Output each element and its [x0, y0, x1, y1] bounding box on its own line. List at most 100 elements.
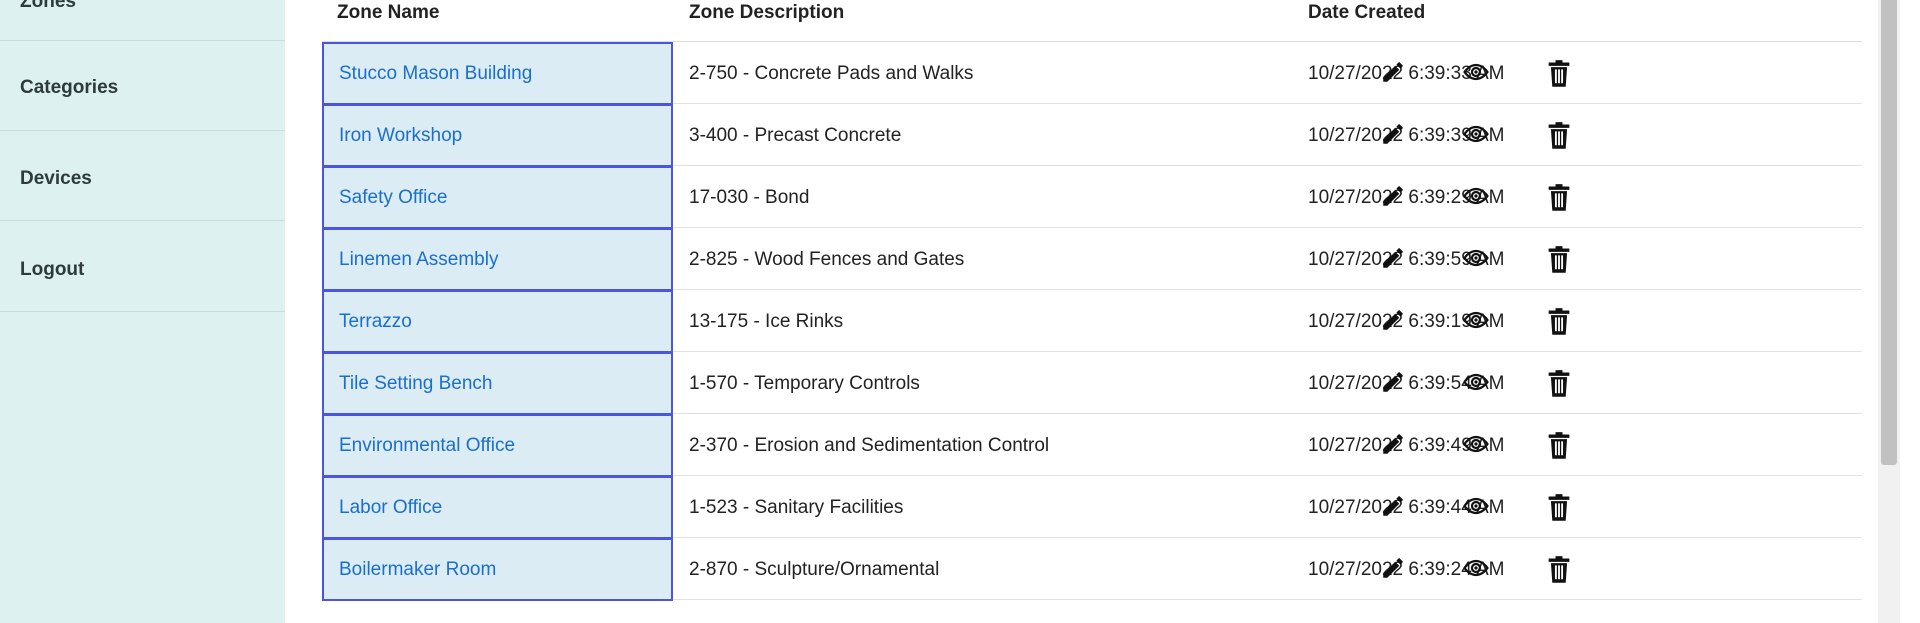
zone-description-cell: 2-750 - Concrete Pads and Walks: [689, 63, 974, 84]
table-row: Safety Office 17-030 - Bond 10/27/2022 6:3…: [322, 166, 1862, 228]
zone-name-link[interactable]: Linemen Assembly: [339, 249, 498, 271]
eye-icon: [1461, 369, 1491, 395]
delete-button[interactable]: [1545, 555, 1575, 583]
zone-name-link[interactable]: Tile Setting Bench: [339, 373, 493, 395]
main-content: Zone Name Zone Description Date Created …: [285, 0, 1900, 623]
trash-icon: [1545, 555, 1575, 585]
delete-button[interactable]: [1545, 493, 1575, 521]
zone-description-cell: 3-400 - Precast Concrete: [689, 125, 902, 146]
zone-name-cell: Terrazzo: [322, 290, 673, 352]
zone-description-cell: 1-523 - Sanitary Facilities: [689, 497, 904, 518]
edit-button[interactable]: [1380, 555, 1410, 583]
view-button[interactable]: [1461, 555, 1491, 583]
table-row: Tile Setting Bench 1-570 - Temporary Cont…: [322, 352, 1862, 414]
view-button[interactable]: [1461, 431, 1491, 459]
eye-icon: [1461, 59, 1491, 85]
sidebar-item-logout[interactable]: Logout: [0, 222, 285, 312]
delete-button[interactable]: [1545, 307, 1575, 335]
table-row: Stucco Mason Building 2-750 - Concrete Pa…: [322, 42, 1862, 104]
zone-description-cell: 13-175 - Ice Rinks: [689, 311, 844, 332]
trash-icon: [1545, 493, 1575, 523]
eye-icon: [1461, 245, 1491, 271]
view-button[interactable]: [1461, 121, 1491, 149]
edit-button[interactable]: [1380, 493, 1410, 521]
zone-name-link[interactable]: Terrazzo: [339, 311, 412, 333]
zone-name-cell: Linemen Assembly: [322, 228, 673, 290]
pencil-icon: [1380, 493, 1410, 519]
eye-icon: [1461, 307, 1491, 333]
edit-button[interactable]: [1380, 307, 1410, 335]
zone-name-link[interactable]: Safety Office: [339, 187, 447, 209]
zone-description-cell: 2-370 - Erosion and Sedimentation Contro…: [689, 435, 1050, 456]
sidebar-item-categories[interactable]: Categories: [0, 41, 285, 131]
pencil-icon: [1380, 59, 1410, 85]
pencil-icon: [1380, 245, 1410, 271]
view-button[interactable]: [1461, 493, 1491, 521]
table-row: Iron Workshop 3-400 - Precast Concrete 10/…: [322, 104, 1862, 166]
sidebar-item-zones[interactable]: Zones: [0, 0, 285, 41]
view-button[interactable]: [1461, 245, 1491, 273]
zone-description-cell: 1-570 - Temporary Controls: [689, 373, 920, 394]
sidebar-item-devices[interactable]: Devices: [0, 131, 285, 221]
table-row: Linemen Assembly 2-825 - Wood Fences and …: [322, 228, 1862, 290]
scrollbar-thumb[interactable]: [1881, 0, 1897, 465]
edit-button[interactable]: [1380, 183, 1410, 211]
zone-name-cell: Labor Office: [322, 476, 673, 538]
delete-button[interactable]: [1545, 431, 1575, 459]
eye-icon: [1461, 183, 1491, 209]
sidebar-item-label: Devices: [20, 168, 92, 189]
zone-name-link[interactable]: Labor Office: [339, 497, 442, 519]
eye-icon: [1461, 493, 1491, 519]
trash-icon: [1545, 121, 1575, 151]
zone-name-cell: Iron Workshop: [322, 104, 673, 166]
zone-name-link[interactable]: Boilermaker Room: [339, 559, 496, 581]
zone-name-link[interactable]: Stucco Mason Building: [339, 63, 532, 85]
column-header-zone-description[interactable]: Zone Description: [689, 2, 844, 24]
delete-button[interactable]: [1545, 183, 1575, 211]
pencil-icon: [1380, 307, 1410, 333]
sidebar-item-label: Logout: [20, 259, 85, 280]
pencil-icon: [1380, 369, 1410, 395]
sidebar-item-label: Categories: [20, 77, 119, 98]
sidebar: Zones Categories Devices Logout: [0, 0, 285, 623]
view-button[interactable]: [1461, 183, 1491, 211]
table-row: Terrazzo 13-175 - Ice Rinks 10/27/2022 6:3…: [322, 290, 1862, 352]
zone-name-link[interactable]: Environmental Office: [339, 435, 515, 457]
table-header: Zone Name Zone Description Date Created: [322, 0, 1862, 42]
edit-button[interactable]: [1380, 369, 1410, 397]
zone-name-cell: Stucco Mason Building: [322, 42, 673, 104]
trash-icon: [1545, 245, 1575, 275]
pencil-icon: [1380, 121, 1410, 147]
edit-button[interactable]: [1380, 245, 1410, 273]
edit-button[interactable]: [1380, 431, 1410, 459]
table-row: Labor Office 1-523 - Sanitary Facilities 1…: [322, 476, 1862, 538]
zone-name-link[interactable]: Iron Workshop: [339, 125, 462, 147]
table-row: Environmental Office 2-370 - Erosion and …: [322, 414, 1862, 476]
pencil-icon: [1380, 183, 1410, 209]
table-row: Boilermaker Room 2-870 - Sculpture/Orname…: [322, 538, 1862, 601]
delete-button[interactable]: [1545, 245, 1575, 273]
eye-icon: [1461, 121, 1491, 147]
column-header-zone-name[interactable]: Zone Name: [337, 2, 439, 24]
delete-button[interactable]: [1545, 121, 1575, 149]
trash-icon: [1545, 369, 1575, 399]
pencil-icon: [1380, 555, 1410, 581]
eye-icon: [1461, 431, 1491, 457]
view-button[interactable]: [1461, 59, 1491, 87]
trash-icon: [1545, 431, 1575, 461]
delete-button[interactable]: [1545, 59, 1575, 87]
view-button[interactable]: [1461, 307, 1491, 335]
sidebar-item-label: Zones: [20, 0, 76, 12]
edit-button[interactable]: [1380, 121, 1410, 149]
delete-button[interactable]: [1545, 369, 1575, 397]
zone-name-cell: Safety Office: [322, 166, 673, 228]
edit-button[interactable]: [1380, 59, 1410, 87]
eye-icon: [1461, 555, 1491, 581]
view-button[interactable]: [1461, 369, 1491, 397]
zone-description-cell: 17-030 - Bond: [689, 187, 810, 208]
zone-name-cell: Tile Setting Bench: [322, 352, 673, 414]
vertical-scrollbar[interactable]: [1878, 0, 1900, 623]
trash-icon: [1545, 183, 1575, 213]
trash-icon: [1545, 59, 1575, 89]
column-header-date-created[interactable]: Date Created: [1308, 2, 1425, 24]
